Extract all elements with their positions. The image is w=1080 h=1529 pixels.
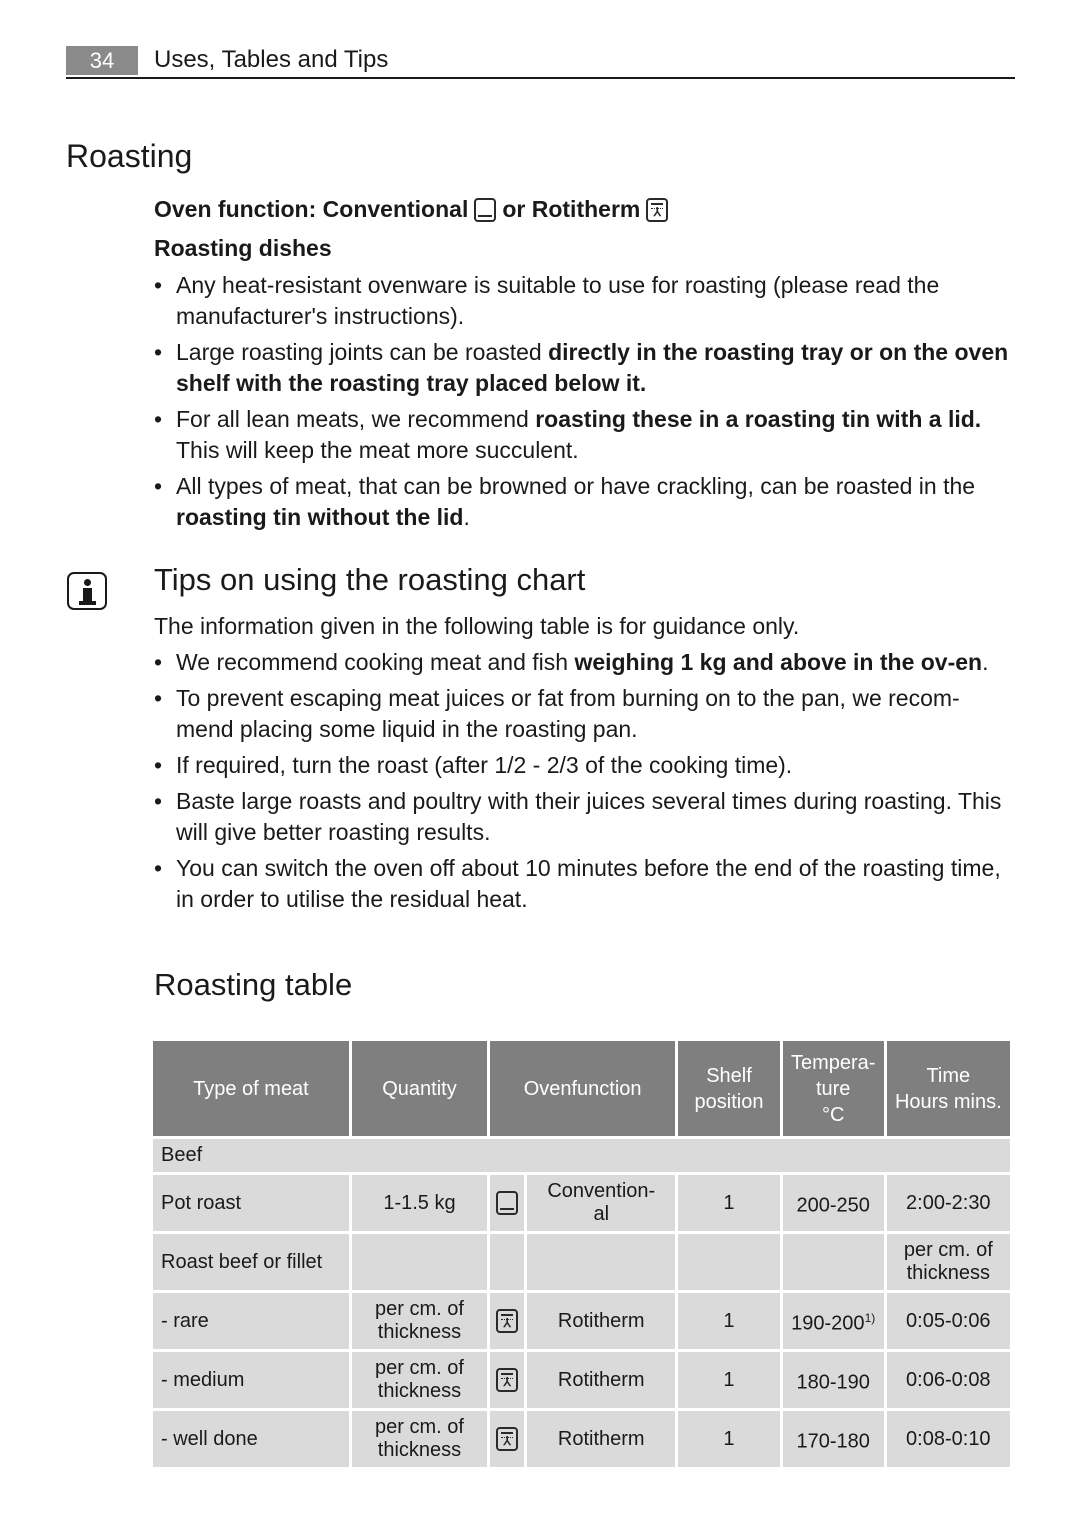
col-ovenfunction: Ovenfunction: [490, 1041, 676, 1136]
page-number: 34: [66, 46, 138, 75]
col-time: Time Hours mins.: [886, 1041, 1010, 1136]
running-header: 34 Uses, Tables and Tips: [66, 45, 1015, 79]
col-type: Type of meat: [153, 1041, 349, 1136]
col-shelf: Shelf position: [678, 1041, 780, 1136]
tips-list: We recommend cooking meat and fish weigh…: [154, 647, 1016, 920]
table-row: - rare per cm. of thickness Rotitherm 1 …: [153, 1293, 1010, 1349]
rotitherm-icon: [646, 197, 669, 222]
oven-function-or: or Rotitherm: [502, 196, 641, 222]
table-row: Pot roast 1-1.5 kg Convention-al 1 200-2…: [153, 1175, 1010, 1231]
oven-function-label: Oven function: Conventional: [154, 196, 469, 222]
rotitherm-icon: [496, 1427, 519, 1451]
category-label: Beef: [153, 1139, 1010, 1172]
rotitherm-icon: [496, 1368, 519, 1392]
oven-function-line: Oven function: Conventional or Rotitherm: [154, 196, 669, 223]
category-row: Beef: [153, 1139, 1010, 1172]
rotitherm-icon: [496, 1309, 519, 1333]
tips-intro: The information given in the following t…: [154, 613, 800, 639]
list-item: Any heat-resistant ovenware is suitable …: [154, 270, 1016, 332]
conventional-icon: [474, 197, 497, 222]
roasting-dishes-heading: Roasting dishes: [154, 235, 332, 261]
tips-heading: Tips on using the roasting chart: [154, 562, 586, 597]
table-header-row: Type of meat Quantity Ovenfunction Shelf…: [153, 1041, 1010, 1136]
list-item: If required, turn the roast (after 1/2 -…: [154, 750, 1016, 781]
conventional-icon: [496, 1191, 519, 1215]
roasting-heading: Roasting: [66, 138, 193, 174]
list-item: Baste large roasts and poultry with thei…: [154, 786, 1016, 848]
col-temperature: Tempera- ture °C: [782, 1041, 884, 1136]
roasting-table: Type of meat Quantity Ovenfunction Shelf…: [150, 1038, 1013, 1470]
list-item: You can switch the oven off about 10 min…: [154, 853, 1016, 915]
list-item: To prevent escaping meat juices or fat f…: [154, 683, 1016, 745]
list-item: For all lean meats, we recommend roastin…: [154, 404, 1016, 466]
section-title: Uses, Tables and Tips: [154, 46, 389, 73]
col-quantity: Quantity: [351, 1041, 488, 1136]
table-row: - well done per cm. of thickness Rotithe…: [153, 1411, 1010, 1467]
roasting-dishes-list: Any heat-resistant ovenware is suitable …: [154, 270, 1016, 538]
list-item: All types of meat, that can be browned o…: [154, 471, 1016, 533]
info-icon: [67, 572, 107, 610]
list-item: Large roasting joints can be roasted dir…: [154, 337, 1016, 399]
table-row: Roast beef or fillet per cm. of thicknes…: [153, 1234, 1010, 1290]
list-item: We recommend cooking meat and fish weigh…: [154, 647, 1016, 678]
table-row: - medium per cm. of thickness Rotitherm …: [153, 1352, 1010, 1408]
roasting-table-heading: Roasting table: [154, 967, 353, 1002]
